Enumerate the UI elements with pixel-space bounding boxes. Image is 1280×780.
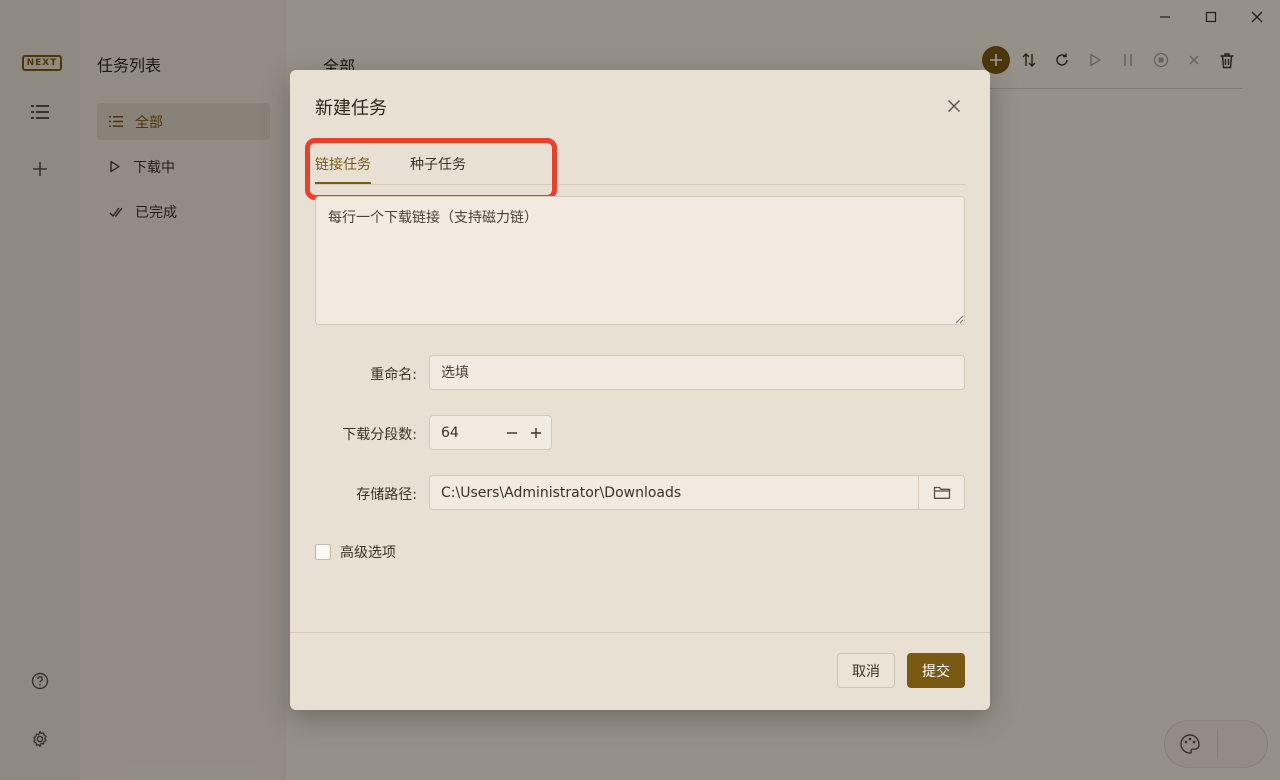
decrement-button[interactable] [503,424,521,442]
segments-label: 下载分段数: [342,427,417,443]
tab-torrent-task[interactable]: 种子任务 [410,154,466,182]
advanced-options-toggle[interactable]: 高级选项 [315,542,396,562]
dialog-title: 新建任务 [315,98,387,119]
dialog-footer-divider [290,632,990,633]
advanced-options-checkbox[interactable] [315,544,331,560]
segments-stepper[interactable]: 64 [429,415,552,450]
save-path-field[interactable]: C:\Users\Administrator\Downloads [429,475,965,510]
submit-button[interactable]: 提交 [907,653,965,688]
plus-icon [531,427,541,438]
rename-label: 重命名: [370,367,417,383]
download-links-input[interactable] [315,196,965,325]
rename-input[interactable] [429,355,965,390]
browse-folder-button[interactable] [918,476,964,509]
tab-link-task[interactable]: 链接任务 [315,154,371,184]
save-path-value[interactable]: C:\Users\Administrator\Downloads [430,485,918,501]
minus-icon [507,431,517,434]
path-label: 存储路径: [356,487,417,503]
close-icon [948,100,960,112]
advanced-options-label: 高级选项 [340,545,396,561]
task-type-tabs: 链接任务 种子任务 [305,138,965,200]
dialog-close-button[interactable] [942,94,966,118]
segments-value[interactable]: 64 [441,425,503,441]
increment-button[interactable] [527,424,545,442]
new-task-dialog: 新建任务 链接任务 种子任务 重命名: 下载分段数: 64 存储路径: C:\U… [290,70,990,710]
folder-icon [933,486,950,499]
cancel-button[interactable]: 取消 [837,653,895,688]
